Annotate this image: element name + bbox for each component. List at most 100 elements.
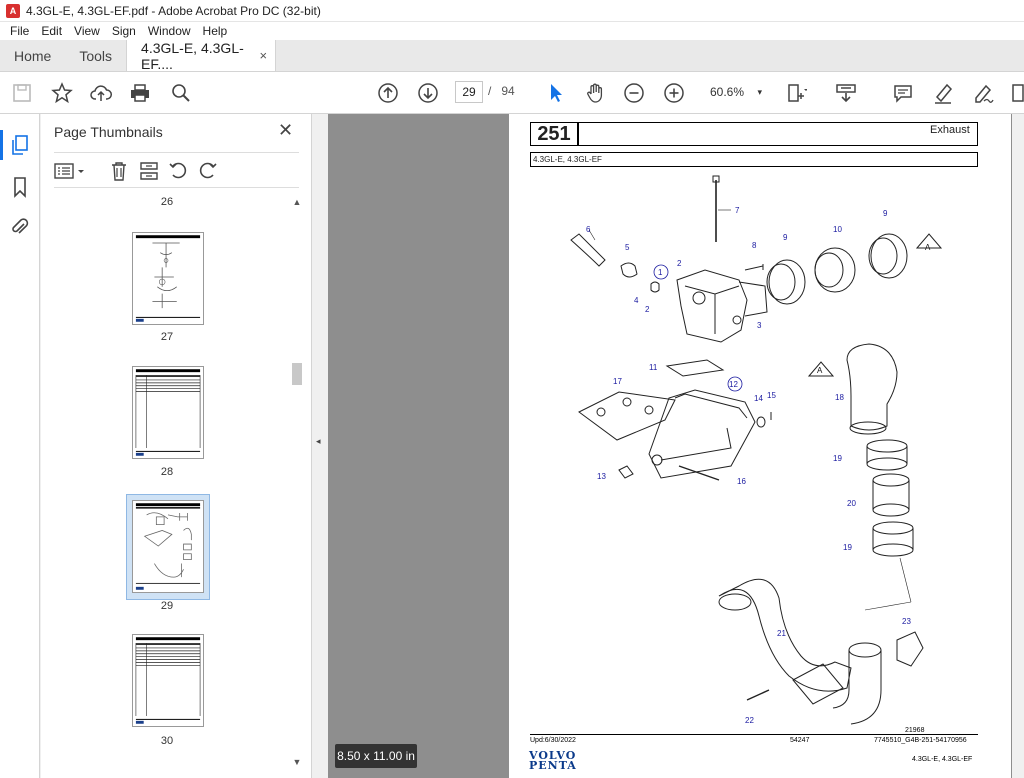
page-thumbnails-icon[interactable] — [0, 130, 31, 160]
scroll-mode-icon[interactable] — [834, 81, 858, 105]
attachments-icon[interactable] — [9, 216, 31, 238]
callout-2b: 2 — [645, 305, 650, 314]
callout-2a: 2 — [677, 259, 682, 268]
thumbnail-29-drawing — [135, 503, 201, 590]
callout-A1: A — [925, 243, 931, 252]
viewer-scrollbar[interactable] — [1012, 114, 1024, 778]
callout-8: 8 — [752, 241, 757, 250]
zoom-in-icon[interactable] — [662, 81, 686, 105]
bookmarks-icon[interactable] — [9, 176, 31, 198]
panel-collapse-handle[interactable]: ◂ — [312, 114, 328, 778]
callout-9a: 9 — [783, 233, 788, 242]
thumbnail-page-27[interactable] — [132, 232, 204, 325]
callout-23: 23 — [902, 617, 911, 626]
menu-window[interactable]: Window — [148, 24, 191, 38]
callout-12: 12 — [729, 380, 738, 389]
thumbnail-scrollbar[interactable]: ▲ ▼ — [291, 195, 303, 773]
footer-model: 4.3GL-E, 4.3GL-EF — [912, 756, 973, 763]
menu-help[interactable]: Help — [203, 24, 228, 38]
thumbnail-toolbar — [54, 152, 299, 188]
logo-line-2: PENTA — [529, 759, 577, 772]
thumbnail-page-28[interactable] — [132, 366, 204, 459]
thumbnail-options-icon[interactable] — [54, 161, 88, 181]
save-icon[interactable] — [10, 81, 34, 105]
scroll-up-arrow-icon[interactable]: ▲ — [291, 197, 303, 207]
callout-6: 6 — [586, 225, 591, 234]
callout-18: 18 — [835, 393, 844, 402]
upload-cloud-icon[interactable] — [89, 81, 113, 105]
tab-bar: Home Tools 4.3GL-E, 4.3GL-EF.... × — [0, 40, 1024, 72]
scrollbar-thumb[interactable] — [292, 363, 302, 385]
more-tools-icon[interactable] — [1006, 81, 1024, 105]
menu-sign[interactable]: Sign — [112, 24, 136, 38]
scroll-down-arrow-icon[interactable]: ▼ — [291, 757, 303, 767]
callout-4: 4 — [634, 296, 639, 305]
tab-document-label: 4.3GL-E, 4.3GL-EF.... — [141, 39, 244, 72]
zoom-select[interactable]: 60.6% ▾ — [702, 81, 768, 103]
page-size-badge: 8.50 x 11.00 in — [335, 744, 417, 768]
title-bar: A 4.3GL-E, 4.3GL-EF.pdf - Adobe Acrobat … — [0, 0, 1024, 22]
fit-page-icon[interactable] — [784, 81, 808, 105]
rotate-left-icon[interactable] — [167, 161, 189, 181]
zoom-out-icon[interactable] — [622, 81, 646, 105]
section-header-box — [578, 122, 978, 146]
section-title: Exhaust — [930, 124, 970, 136]
model-line: 4.3GL-E, 4.3GL-EF — [530, 152, 978, 167]
print-icon[interactable] — [128, 81, 152, 105]
callout-14: 14 — [754, 394, 763, 403]
insert-page-icon[interactable] — [138, 161, 160, 181]
menu-edit[interactable]: Edit — [41, 24, 62, 38]
thumbnail-label-28: 28 — [160, 466, 174, 478]
left-nav-rail — [0, 114, 40, 778]
footer-rule — [530, 734, 978, 735]
panel-close-icon[interactable]: ✕ — [278, 120, 293, 141]
bookmark-star-icon[interactable] — [50, 81, 74, 105]
thumbnail-30-table — [135, 637, 201, 724]
menu-view[interactable]: View — [74, 24, 100, 38]
callout-21: 21 — [777, 629, 786, 638]
highlight-pen-icon[interactable] — [931, 81, 955, 105]
callout-A2: A — [817, 366, 823, 375]
callout-20: 20 — [847, 499, 856, 508]
callout-17: 17 — [613, 377, 622, 386]
tab-tools[interactable]: Tools — [65, 40, 126, 71]
panel-title: Page Thumbnails — [54, 124, 163, 140]
callout-19b: 19 — [843, 543, 852, 552]
comment-icon[interactable] — [891, 81, 915, 105]
thumbnail-page-29[interactable] — [132, 500, 204, 593]
thumbnail-page-30[interactable] — [132, 634, 204, 727]
rotate-right-icon[interactable] — [197, 161, 219, 181]
thumbnail-label-30: 30 — [160, 735, 174, 747]
menu-file[interactable]: File — [10, 24, 29, 38]
callout-1: 1 — [658, 268, 663, 277]
tab-close-icon[interactable]: × — [259, 48, 267, 63]
select-cursor-icon[interactable] — [544, 81, 568, 105]
thumbnail-27-drawing — [135, 235, 201, 322]
callout-11: 11 — [649, 363, 658, 372]
callout-13: 13 — [597, 472, 606, 481]
callout-10: 10 — [833, 225, 842, 234]
doc-code: 54247 — [790, 737, 810, 744]
next-page-icon[interactable] — [416, 81, 440, 105]
tab-document[interactable]: 4.3GL-E, 4.3GL-EF.... × — [126, 39, 277, 72]
section-number: 251 — [530, 122, 578, 146]
callout-19a: 19 — [833, 454, 842, 463]
page-number-input[interactable]: 29 — [455, 81, 483, 103]
drawing-number: 21968 — [905, 727, 925, 734]
zoom-value: 60.6% — [710, 85, 745, 99]
thumbnail-28-table — [135, 369, 201, 456]
exhaust-parts-diagram: 1 2 2 3 4 5 6 7 8 9 9 10 11 12 13 14 15 … — [570, 175, 943, 725]
page-total: / 94 — [488, 84, 515, 98]
callout-22: 22 — [745, 716, 754, 725]
delete-page-icon[interactable] — [108, 161, 130, 181]
search-icon[interactable] — [169, 81, 193, 105]
draw-sign-icon[interactable] — [971, 81, 995, 105]
volvo-penta-logo: VOLVO PENTA — [529, 750, 577, 772]
previous-page-icon[interactable] — [376, 81, 400, 105]
collapse-arrow-icon[interactable]: ◂ — [316, 436, 321, 447]
thumbnail-label-27: 27 — [160, 331, 174, 343]
tab-home[interactable]: Home — [0, 40, 65, 71]
callout-7: 7 — [735, 206, 740, 215]
callout-16: 16 — [737, 477, 746, 486]
hand-tool-icon[interactable] — [583, 81, 607, 105]
